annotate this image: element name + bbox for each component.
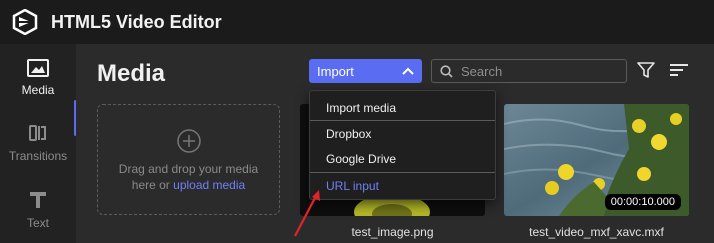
page-title: Media bbox=[97, 60, 166, 87]
import-button[interactable]: Import bbox=[309, 59, 422, 83]
red-arrow-icon bbox=[294, 190, 320, 237]
import-dropdown-menu: Import media Dropbox Google Drive URL in… bbox=[309, 90, 496, 200]
import-label: Import bbox=[317, 63, 354, 79]
menu-item-import-media[interactable]: Import media bbox=[310, 96, 495, 120]
sidebar-item-label: Text bbox=[26, 216, 49, 230]
media-thumbnail-video[interactable]: 00:00:10.000 bbox=[504, 104, 689, 216]
search-box[interactable] bbox=[431, 59, 627, 83]
video-duration: 00:00:10.000 bbox=[604, 194, 681, 210]
menu-item-dropbox[interactable]: Dropbox bbox=[310, 122, 495, 146]
text-t-icon bbox=[30, 192, 46, 208]
dropzone-text: Drag and drop your media here or upload … bbox=[98, 161, 279, 193]
add-circle-icon bbox=[177, 129, 201, 153]
media-filename: test_image.png bbox=[351, 225, 434, 239]
media-filename: test_video_mxf_xavc.mxf bbox=[529, 225, 664, 239]
sidebar-item-label: Media bbox=[21, 83, 55, 97]
sidebar: Media Transitions Text bbox=[0, 44, 77, 243]
top-bar: HTML5 Video Editor bbox=[0, 0, 714, 44]
sidebar-item-media[interactable]: Media bbox=[0, 59, 76, 97]
dropzone-line2: here or bbox=[131, 178, 174, 192]
transitions-icon bbox=[29, 125, 46, 141]
chevron-up-icon bbox=[402, 67, 414, 75]
sidebar-item-transitions[interactable]: Transitions bbox=[0, 123, 76, 163]
menu-item-google-drive[interactable]: Google Drive bbox=[310, 147, 495, 171]
menu-divider bbox=[310, 172, 495, 173]
image-icon bbox=[27, 59, 49, 77]
sidebar-item-label: Transitions bbox=[8, 149, 68, 163]
filter-icon[interactable] bbox=[637, 61, 655, 84]
menu-divider bbox=[310, 120, 495, 121]
menu-item-url-input[interactable]: URL input bbox=[310, 174, 495, 198]
search-input[interactable] bbox=[459, 62, 613, 80]
media-dropzone[interactable]: Drag and drop your media here or upload … bbox=[97, 104, 280, 215]
dropzone-line1: Drag and drop your media bbox=[118, 162, 259, 176]
search-icon bbox=[440, 64, 453, 78]
sidebar-item-text[interactable]: Text bbox=[0, 190, 76, 230]
sort-icon[interactable] bbox=[669, 63, 689, 82]
app-title: HTML5 Video Editor bbox=[51, 11, 222, 32]
upload-media-link[interactable]: upload media bbox=[173, 178, 245, 192]
hexagon-play-logo-icon bbox=[11, 8, 39, 36]
